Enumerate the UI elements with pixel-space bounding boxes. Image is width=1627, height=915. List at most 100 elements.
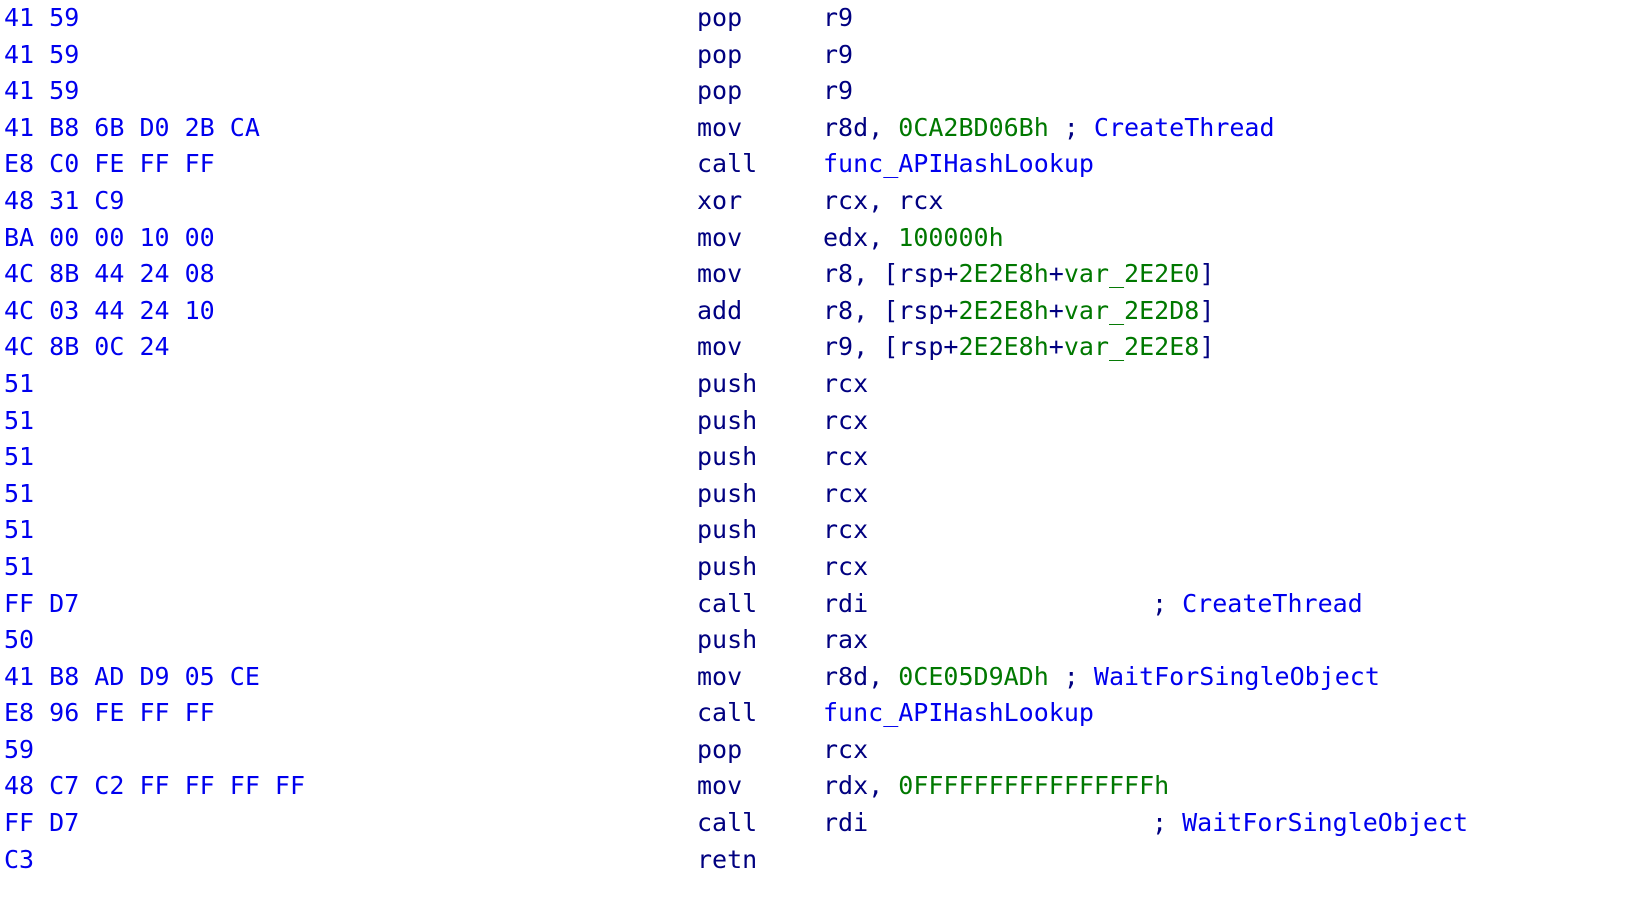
operand-token-punct[interactable]: + xyxy=(1049,296,1064,325)
instruction-operands[interactable]: rdi xyxy=(823,805,868,842)
operand-token-reg[interactable]: edx xyxy=(823,223,868,252)
disassembly-line[interactable]: 4C 8B 44 24 08 mov r8, [rsp+2E2E8h+var_2E2… xyxy=(0,256,1627,293)
instruction-operands[interactable]: func_APIHashLookup xyxy=(823,695,1094,732)
instruction-comment[interactable]: ; CreateThread xyxy=(1152,586,1363,623)
disassembly-line[interactable]: E8 C0 FE FF FF call func_APIHashLookup xyxy=(0,146,1627,183)
operand-token-reg[interactable]: rcx xyxy=(823,479,868,508)
disassembly-line[interactable]: BA 00 00 10 00 mov edx, 100000h xyxy=(0,220,1627,257)
instruction-operands[interactable]: rcx xyxy=(823,366,868,403)
operand-token-num[interactable]: 2E2E8h xyxy=(958,259,1048,288)
comment-text[interactable]: WaitForSingleObject xyxy=(1094,662,1380,691)
comment-text[interactable]: WaitForSingleObject xyxy=(1182,808,1468,837)
operand-token-reg[interactable]: rcx xyxy=(823,406,868,435)
instruction-mnemonic[interactable]: call xyxy=(697,146,757,183)
operand-token-punct[interactable]: , [rsp+ xyxy=(853,332,958,361)
instruction-comment[interactable]: ; WaitForSingleObject xyxy=(1064,659,1380,696)
instruction-mnemonic[interactable]: push xyxy=(697,512,757,549)
disassembly-line[interactable]: 51 push rcx xyxy=(0,403,1627,440)
instruction-operands[interactable]: r8d, 0CA2BD06Bh xyxy=(823,110,1049,147)
disassembly-line[interactable]: 51 push rcx xyxy=(0,549,1627,586)
operand-token-reg[interactable]: rdi xyxy=(823,589,868,618)
operand-token-reg[interactable]: rcx xyxy=(823,442,868,471)
operand-token-reg[interactable]: r9 xyxy=(823,76,853,105)
disassembly-line[interactable]: 50 push rax xyxy=(0,622,1627,659)
instruction-operands[interactable]: rcx xyxy=(823,549,868,586)
operand-token-punct[interactable]: , xyxy=(868,662,898,691)
instruction-mnemonic[interactable]: push xyxy=(697,403,757,440)
disassembly-line[interactable]: E8 96 FE FF FF call func_APIHashLookup xyxy=(0,695,1627,732)
operand-token-reg[interactable]: r8d xyxy=(823,113,868,142)
disassembly-line[interactable]: 41 59 pop r9 xyxy=(0,37,1627,74)
operand-token-fn[interactable]: func_APIHashLookup xyxy=(823,698,1094,727)
instruction-operands[interactable]: rcx, rcx xyxy=(823,183,943,220)
disassembly-line[interactable]: 41 59 pop r9 xyxy=(0,0,1627,37)
disassembly-line[interactable]: FF D7 call rdi; WaitForSingleObject xyxy=(0,805,1627,842)
operand-token-reg[interactable]: r8d xyxy=(823,662,868,691)
instruction-mnemonic[interactable]: mov xyxy=(697,256,742,293)
operand-token-num[interactable]: 0FFFFFFFFFFFFFFFFh xyxy=(898,771,1169,800)
operand-token-punct[interactable]: ] xyxy=(1199,296,1214,325)
disassembly-line[interactable]: 51 push rcx xyxy=(0,476,1627,513)
operand-token-num[interactable]: var_2E2D8 xyxy=(1064,296,1199,325)
operand-token-reg[interactable]: rcx xyxy=(823,369,868,398)
comment-text[interactable]: CreateThread xyxy=(1094,113,1275,142)
disassembly-listing[interactable]: 41 59 pop r9 41 59 pop r9 41 59 pop r9 41 B8 6B D… xyxy=(0,0,1627,915)
operand-token-reg[interactable]: r8 xyxy=(823,259,853,288)
operand-token-punct[interactable]: + xyxy=(1049,332,1064,361)
instruction-mnemonic[interactable]: push xyxy=(697,366,757,403)
instruction-mnemonic[interactable]: retn xyxy=(697,842,757,879)
instruction-operands[interactable]: r8, [rsp+2E2E8h+var_2E2D8] xyxy=(823,293,1214,330)
operand-token-punct[interactable]: ] xyxy=(1199,332,1214,361)
operand-token-fn[interactable]: func_APIHashLookup xyxy=(823,149,1094,178)
operand-token-punct[interactable]: , [rsp+ xyxy=(853,296,958,325)
operand-token-num[interactable]: var_2E2E0 xyxy=(1064,259,1199,288)
instruction-operands[interactable]: rcx xyxy=(823,439,868,476)
operand-token-punct[interactable]: , xyxy=(868,771,898,800)
instruction-operands[interactable]: rcx xyxy=(823,512,868,549)
disassembly-line[interactable]: 51 push rcx xyxy=(0,512,1627,549)
operand-token-reg[interactable]: rax xyxy=(823,625,868,654)
disassembly-line[interactable]: 41 B8 AD D9 05 CE mov r8d, 0CE05D9ADh; Wai… xyxy=(0,659,1627,696)
instruction-operands[interactable]: r9 xyxy=(823,37,853,74)
disassembly-line[interactable]: 48 31 C9 xor rcx, rcx xyxy=(0,183,1627,220)
instruction-operands[interactable]: r9 xyxy=(823,0,853,37)
instruction-operands[interactable]: rax xyxy=(823,622,868,659)
instruction-operands[interactable]: r9 xyxy=(823,73,853,110)
disassembly-line[interactable]: 51 push rcx xyxy=(0,366,1627,403)
disassembly-line[interactable]: 4C 8B 0C 24 mov r9, [rsp+2E2E8h+var_2E2E8] xyxy=(0,329,1627,366)
operand-token-reg[interactable]: rcx xyxy=(823,552,868,581)
instruction-mnemonic[interactable]: mov xyxy=(697,220,742,257)
operand-token-punct[interactable]: , xyxy=(868,113,898,142)
instruction-comment[interactable]: ; CreateThread xyxy=(1064,110,1275,147)
operand-token-reg[interactable]: rdi xyxy=(823,808,868,837)
instruction-mnemonic[interactable]: pop xyxy=(697,0,742,37)
instruction-operands[interactable]: edx, 100000h xyxy=(823,220,1004,257)
operand-token-punct[interactable]: , [rsp+ xyxy=(853,259,958,288)
operand-token-reg[interactable]: rdx xyxy=(823,771,868,800)
instruction-operands[interactable]: func_APIHashLookup xyxy=(823,146,1094,183)
operand-token-num[interactable]: 0CA2BD06Bh xyxy=(898,113,1049,142)
disassembly-line[interactable]: 41 59 pop r9 xyxy=(0,73,1627,110)
instruction-comment[interactable]: ; WaitForSingleObject xyxy=(1152,805,1468,842)
instruction-mnemonic[interactable]: push xyxy=(697,549,757,586)
operand-token-reg[interactable]: rcx xyxy=(823,515,868,544)
instruction-operands[interactable]: rcx xyxy=(823,476,868,513)
operand-token-reg[interactable]: rcx xyxy=(823,735,868,764)
operand-token-reg[interactable]: rcx, rcx xyxy=(823,186,943,215)
operand-token-reg[interactable]: r9 xyxy=(823,3,853,32)
operand-token-reg[interactable]: r8 xyxy=(823,296,853,325)
operand-token-punct[interactable]: , xyxy=(868,223,898,252)
comment-text[interactable]: CreateThread xyxy=(1182,589,1363,618)
disassembly-line[interactable]: 4C 03 44 24 10 add r8, [rsp+2E2E8h+var_2E2… xyxy=(0,293,1627,330)
operand-token-num[interactable]: 2E2E8h xyxy=(958,296,1048,325)
instruction-operands[interactable]: rdi xyxy=(823,586,868,623)
operand-token-num[interactable]: 0CE05D9ADh xyxy=(898,662,1049,691)
disassembly-line[interactable]: 59 pop rcx xyxy=(0,732,1627,769)
operand-token-reg[interactable]: r9 xyxy=(823,332,853,361)
disassembly-line[interactable]: C3 retn xyxy=(0,842,1627,879)
instruction-mnemonic[interactable]: mov xyxy=(697,768,742,805)
instruction-mnemonic[interactable]: pop xyxy=(697,73,742,110)
disassembly-line[interactable]: 48 C7 C2 FF FF FF FF mov rdx, 0FFFFFFFFFFF… xyxy=(0,768,1627,805)
operand-token-num[interactable]: var_2E2E8 xyxy=(1064,332,1199,361)
instruction-operands[interactable]: rcx xyxy=(823,732,868,769)
